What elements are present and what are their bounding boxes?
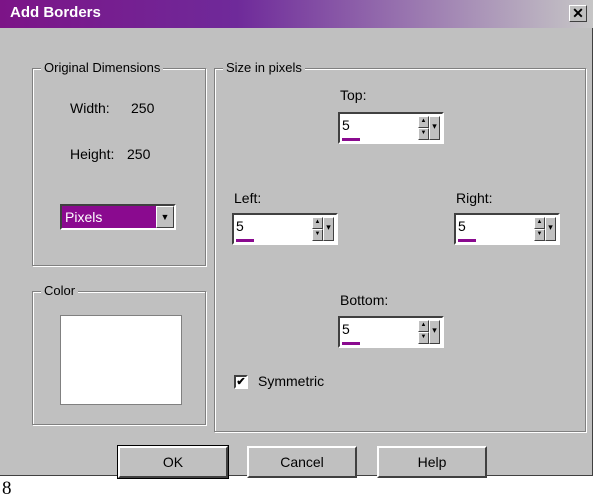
original-dimensions-legend: Original Dimensions — [41, 60, 164, 75]
left-spin-up-button[interactable]: ▲ — [312, 217, 323, 229]
left-spin-buttons: ▲ ▼ ▾ — [312, 217, 334, 241]
bottom-focus-underline — [342, 342, 360, 345]
right-value[interactable]: 5 — [458, 218, 466, 234]
check-icon: ✔ — [236, 376, 246, 388]
top-spin-down-button[interactable]: ▼ — [418, 128, 429, 140]
left-value[interactable]: 5 — [236, 218, 244, 234]
bottom-spin-down-button[interactable]: ▼ — [418, 332, 429, 344]
left-slider-button[interactable]: ▾ — [323, 217, 334, 241]
top-focus-underline — [342, 138, 360, 141]
right-spinbox[interactable]: 5 ▲ ▼ ▾ — [454, 213, 560, 245]
cancel-button[interactable]: Cancel — [247, 446, 357, 478]
right-spin-down-button[interactable]: ▼ — [534, 229, 545, 241]
right-slider-button[interactable]: ▾ — [545, 217, 556, 241]
right-spin-buttons: ▲ ▼ ▾ — [534, 217, 556, 241]
original-dimensions-group: Original Dimensions — [32, 60, 206, 266]
bottom-spin-up-button[interactable]: ▲ — [418, 320, 429, 332]
left-label: Left: — [234, 190, 262, 206]
top-slider-button[interactable]: ▾ — [429, 116, 440, 140]
bottom-slider-button[interactable]: ▾ — [429, 320, 440, 344]
dropdown-arrow-button[interactable]: ▼ — [156, 206, 174, 228]
slider-icon: ▾ — [432, 325, 437, 335]
top-label: Top: — [340, 87, 367, 103]
units-dropdown[interactable]: Pixels ▼ — [60, 204, 176, 230]
spin-down-icon: ▼ — [536, 231, 543, 237]
spin-down-icon: ▼ — [314, 231, 321, 237]
slider-icon: ▾ — [548, 222, 553, 232]
stray-number-text: 8 — [2, 478, 12, 499]
spin-up-icon: ▲ — [420, 118, 427, 124]
spin-down-icon: ▼ — [420, 334, 427, 340]
top-spin-up-button[interactable]: ▲ — [418, 116, 429, 128]
help-button[interactable]: Help — [377, 446, 487, 478]
left-spin-down-button[interactable]: ▼ — [312, 229, 323, 241]
spin-up-icon: ▲ — [314, 219, 321, 225]
height-label: Height: — [70, 146, 115, 162]
title-bar[interactable]: Add Borders ✕ — [0, 0, 593, 28]
window-title: Add Borders — [10, 4, 101, 21]
slider-icon: ▾ — [326, 222, 331, 232]
chevron-down-icon: ▼ — [160, 212, 170, 222]
symmetric-label[interactable]: Symmetric — [258, 373, 324, 389]
width-value: 250 — [131, 100, 155, 116]
spin-up-icon: ▲ — [536, 219, 543, 225]
bottom-value[interactable]: 5 — [342, 321, 350, 337]
top-spin-buttons: ▲ ▼ ▾ — [418, 116, 440, 140]
units-selected-value: Pixels — [65, 209, 103, 225]
bottom-label: Bottom: — [340, 292, 389, 308]
bottom-spinbox[interactable]: 5 ▲ ▼ ▾ — [338, 316, 444, 348]
add-borders-dialog: Add Borders ✕ Original Dimensions Width:… — [0, 0, 593, 479]
spin-down-icon: ▼ — [420, 130, 427, 136]
slider-icon: ▾ — [432, 121, 437, 131]
color-swatch[interactable] — [60, 315, 182, 405]
symmetric-checkbox[interactable]: ✔ — [234, 375, 248, 389]
ok-button[interactable]: OK — [117, 445, 229, 479]
close-button[interactable]: ✕ — [569, 5, 587, 22]
close-icon: ✕ — [572, 5, 584, 21]
right-spin-up-button[interactable]: ▲ — [534, 217, 545, 229]
bottom-spin-buttons: ▲ ▼ ▾ — [418, 320, 440, 344]
height-value: 250 — [127, 146, 151, 162]
left-spinbox[interactable]: 5 ▲ ▼ ▾ — [232, 213, 338, 245]
right-label: Right: — [456, 190, 493, 206]
width-label: Width: — [70, 100, 110, 116]
color-legend: Color — [41, 283, 79, 298]
spin-up-icon: ▲ — [420, 322, 427, 328]
right-focus-underline — [458, 239, 476, 242]
left-focus-underline — [236, 239, 254, 242]
top-value[interactable]: 5 — [342, 117, 350, 133]
size-in-pixels-legend: Size in pixels — [223, 60, 305, 75]
top-spinbox[interactable]: 5 ▲ ▼ ▾ — [338, 112, 444, 144]
